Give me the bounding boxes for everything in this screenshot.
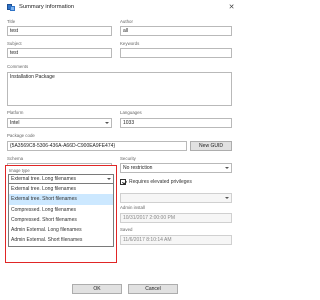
blank-select — [120, 193, 232, 203]
image-type-select[interactable]: External tree. Long filenames — [8, 174, 114, 184]
comments-label: Comments — [7, 64, 29, 69]
platform-label: Platform — [7, 110, 24, 115]
saved-label: Saved — [120, 227, 133, 232]
ok-button[interactable]: OK — [72, 284, 122, 294]
image-type-option[interactable]: Admin External. Short filenames — [9, 235, 113, 245]
elevated-privileges-label: Requires elevated privileges — [129, 179, 192, 185]
image-type-option[interactable]: External tree. Short filenames — [9, 194, 113, 205]
new-guid-button[interactable]: New GUID — [190, 141, 232, 151]
keywords-label: Keywords — [120, 41, 140, 46]
image-type-dropdown-highlight: Image type External tree. Long filenames… — [5, 165, 117, 263]
subject-input[interactable]: test — [7, 48, 112, 58]
chevron-down-icon — [225, 167, 229, 169]
security-label: Security — [120, 156, 136, 161]
app-icon — [7, 4, 15, 11]
chevron-down-icon — [105, 122, 109, 124]
image-type-option[interactable]: Compressed. Long filenames — [9, 205, 113, 215]
schema-label: Schema — [7, 156, 24, 161]
title-bar: Summary information ✕ — [0, 0, 240, 15]
image-type-option[interactable]: Compressed. Short filenames — [9, 215, 113, 225]
window-title: Summary information — [19, 4, 75, 10]
author-label: Author — [120, 19, 133, 24]
security-select[interactable]: No restriction — [120, 163, 232, 173]
image-type-label: Image type — [9, 168, 30, 173]
cancel-button[interactable]: Cancel — [128, 284, 178, 294]
package-code-label: Package code — [7, 133, 35, 138]
image-type-option[interactable]: External tree. Long filenames — [9, 184, 113, 194]
title-input[interactable]: test — [7, 26, 112, 36]
admin-install-input: 10/31/2017 2:00:00 PM — [120, 213, 232, 223]
keywords-input[interactable] — [120, 48, 232, 58]
security-value: No restriction — [123, 165, 153, 171]
admin-install-label: Admin install — [120, 205, 145, 210]
subject-label: Subject — [7, 41, 22, 46]
package-code-input[interactable]: {5A3569C8-5306-436A-A66D-C900EA9FE474} — [7, 141, 187, 151]
title-label: Title — [7, 19, 16, 24]
comments-textarea[interactable]: Installation Package — [7, 72, 232, 106]
elevated-privileges-checkbox[interactable] — [120, 179, 126, 185]
image-type-value: External tree. Long filenames — [11, 176, 77, 182]
languages-input[interactable]: 1033 — [120, 118, 232, 128]
image-type-option[interactable]: Admin External. Long filenames — [9, 225, 113, 235]
close-icon[interactable]: ✕ — [227, 3, 236, 12]
platform-select[interactable]: Intel — [7, 118, 112, 128]
saved-input: 11/6/2017 8:10:14 AM — [120, 235, 232, 245]
image-type-options-list: External tree. Long filenames External t… — [8, 184, 114, 247]
chevron-down-icon — [107, 178, 111, 180]
author-input[interactable]: all — [120, 26, 232, 36]
languages-label: Languages — [120, 110, 142, 115]
chevron-down-icon — [225, 197, 229, 199]
platform-value: Intel — [10, 120, 20, 126]
